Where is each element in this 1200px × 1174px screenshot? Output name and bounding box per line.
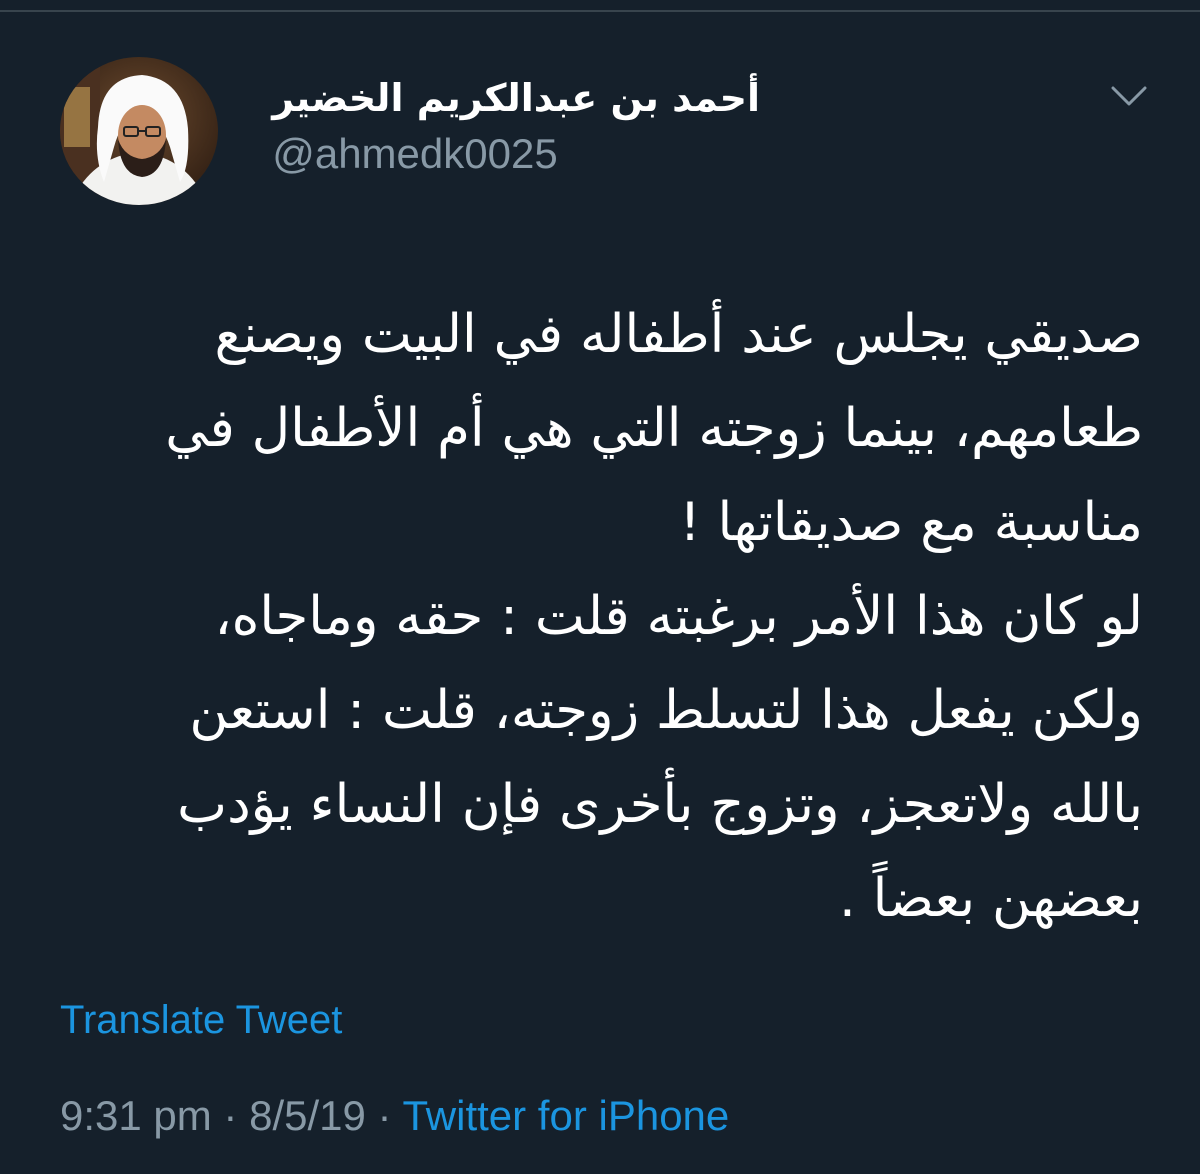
- more-options-button[interactable]: [1108, 82, 1150, 112]
- meta-separator: ·: [365, 1092, 403, 1139]
- tweet-line: ولكن يفعل هذا لتسلط زوجته، قلت : استعن: [189, 680, 1143, 741]
- tweet-header: أحمد بن عبدالكريم الخضير @ahmedk0025: [272, 68, 760, 182]
- tweet-line: لو كان هذا الأمر برغبته قلت : حقه وماجاه…: [214, 586, 1143, 647]
- top-divider: [0, 0, 1200, 12]
- user-handle[interactable]: @ahmedk0025: [272, 126, 760, 182]
- tweet-line: بعضهن بعضاً .: [838, 868, 1143, 929]
- meta-separator: ·: [211, 1092, 250, 1139]
- display-name[interactable]: أحمد بن عبدالكريم الخضير: [272, 68, 760, 128]
- tweet-line: مناسبة مع صديقاتها !: [679, 492, 1143, 553]
- translate-tweet-link[interactable]: Translate Tweet: [60, 996, 342, 1044]
- chevron-down-icon: [1111, 86, 1147, 106]
- tweet-line: صديقي يجلس عند أطفاله في البيت ويصنع: [214, 304, 1143, 365]
- tweet-line: بالله ولاتعجز، وتزوج بأخرى فإن النساء يؤ…: [177, 774, 1143, 835]
- tweet-date[interactable]: 8/5/19: [249, 1092, 366, 1139]
- tweet-meta: 9:31 pm · 8/5/19 · Twitter for iPhone: [60, 1090, 729, 1142]
- tweet-source-link[interactable]: Twitter for iPhone: [402, 1092, 729, 1139]
- tweet-time[interactable]: 9:31 pm: [60, 1092, 212, 1139]
- profile-photo-icon: [60, 57, 218, 205]
- tweet-line: طعامهم، بينما زوجته التي هي أم الأطفال ف…: [165, 398, 1143, 459]
- tweet-text: صديقي يجلس عند أطفاله في البيت ويصنع طعا…: [100, 288, 1143, 946]
- avatar[interactable]: [60, 57, 218, 205]
